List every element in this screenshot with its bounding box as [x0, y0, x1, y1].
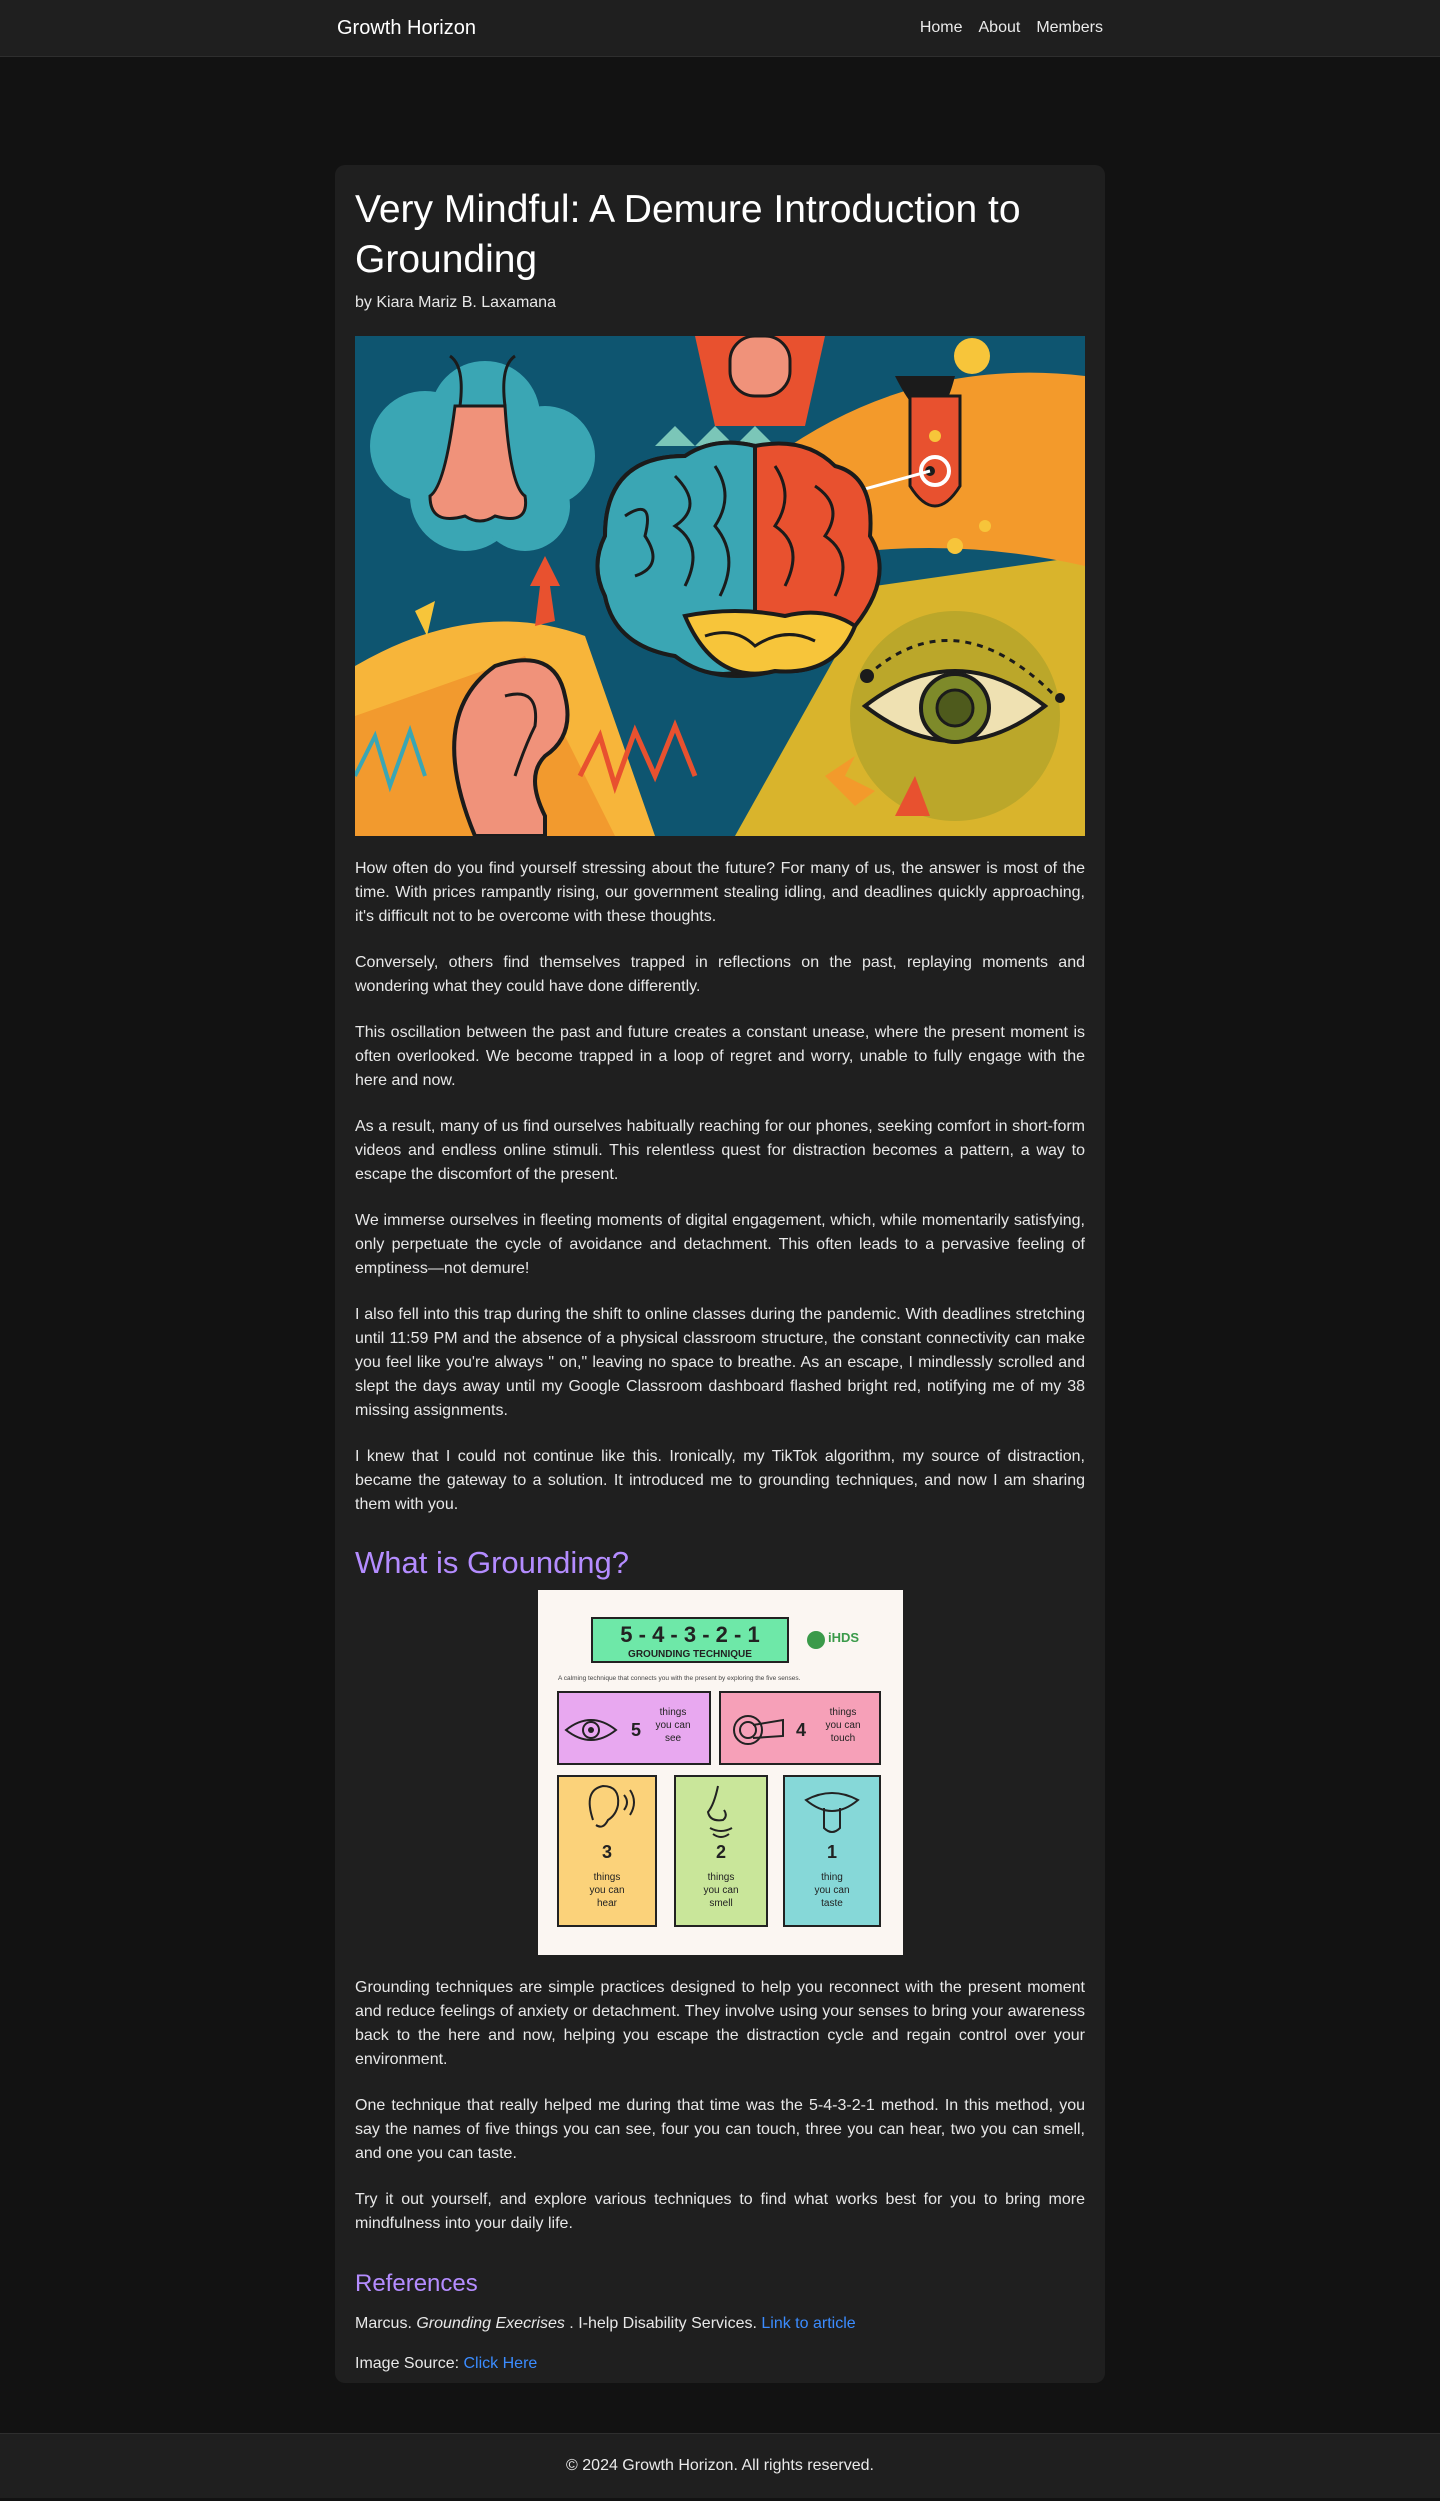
box-number-3: 3 [601, 1842, 611, 1862]
navbar: Growth Horizon Home About Members [0, 0, 1440, 57]
article-paragraph: Try it out yourself, and explore various… [355, 2191, 1085, 2232]
infographic-subtitle: GROUNDING TECHNIQUE [628, 1649, 752, 1660]
references-heading: References [355, 2270, 478, 2297]
brand-logo[interactable]: Growth Horizon [337, 17, 476, 40]
article-paragraph: I also fell into this trap during the sh… [355, 1306, 1085, 1419]
navbar-inner: Growth Horizon Home About Members [337, 0, 1103, 56]
nav-link-members[interactable]: Members [1036, 19, 1103, 37]
article-card: Very Mindful: A Demure Introduction to G… [335, 165, 1105, 2383]
nav-links: Home About Members [920, 19, 1103, 37]
footer-copyright: © 2024 Growth Horizon. All rights reserv… [566, 2457, 874, 2474]
article-paragraph: This oscillation between the past and fu… [355, 1024, 1085, 1089]
article-author: by Kiara Mariz B. Laxamana [355, 294, 556, 311]
hero-illustration [355, 336, 1085, 836]
box-number-5: 5 [631, 1720, 641, 1740]
nav-link-about[interactable]: About [979, 19, 1021, 37]
logo-text: iHDS [828, 1630, 859, 1645]
article-title: Very Mindful: A Demure Introduction to G… [355, 188, 1021, 281]
infographic-title: 5 - 4 - 3 - 2 - 1 [620, 1622, 759, 1647]
reference-article-link[interactable]: Link to article [761, 2315, 855, 2332]
article-paragraph: How often do you find yourself stressing… [355, 860, 1085, 925]
article-paragraph: We immerse ourselves in fleeting moments… [355, 1212, 1085, 1277]
box-number-1: 1 [826, 1842, 836, 1862]
box-number-2: 2 [715, 1842, 725, 1862]
article-paragraph: Grounding techniques are simple practice… [355, 1979, 1085, 2068]
reference-title: Grounding Execrises [416, 2315, 565, 2332]
article-paragraph: I knew that I could not continue like th… [355, 1448, 1085, 1513]
footer: © 2024 Growth Horizon. All rights reserv… [0, 2433, 1440, 2498]
box-number-4: 4 [796, 1720, 806, 1740]
article-paragraph: One technique that really helped me duri… [355, 2097, 1085, 2162]
article-paragraph: As a result, many of us find ourselves h… [355, 1118, 1085, 1183]
nav-link-home[interactable]: Home [920, 19, 963, 37]
reference-author: Marcus. [355, 2315, 417, 2332]
article-paragraph: Conversely, others find themselves trapp… [355, 954, 1085, 995]
infographic-caption: A calming technique that connects you wi… [558, 1675, 801, 1682]
image-source-link[interactable]: Click Here [464, 2355, 538, 2372]
section-heading-grounding: What is Grounding? [355, 1545, 629, 1580]
reference-entry: Marcus. Grounding Execrises . I-help Dis… [355, 2312, 1085, 2336]
reference-publisher: . I-help Disability Services. [564, 2315, 762, 2332]
grounding-infographic: 5 - 4 - 3 - 2 - 1 GROUNDING TECHNIQUE iH… [537, 1590, 903, 1955]
image-source-entry: Image Source: Click Here [355, 2352, 1085, 2376]
image-source-label: Image Source: [355, 2355, 464, 2372]
